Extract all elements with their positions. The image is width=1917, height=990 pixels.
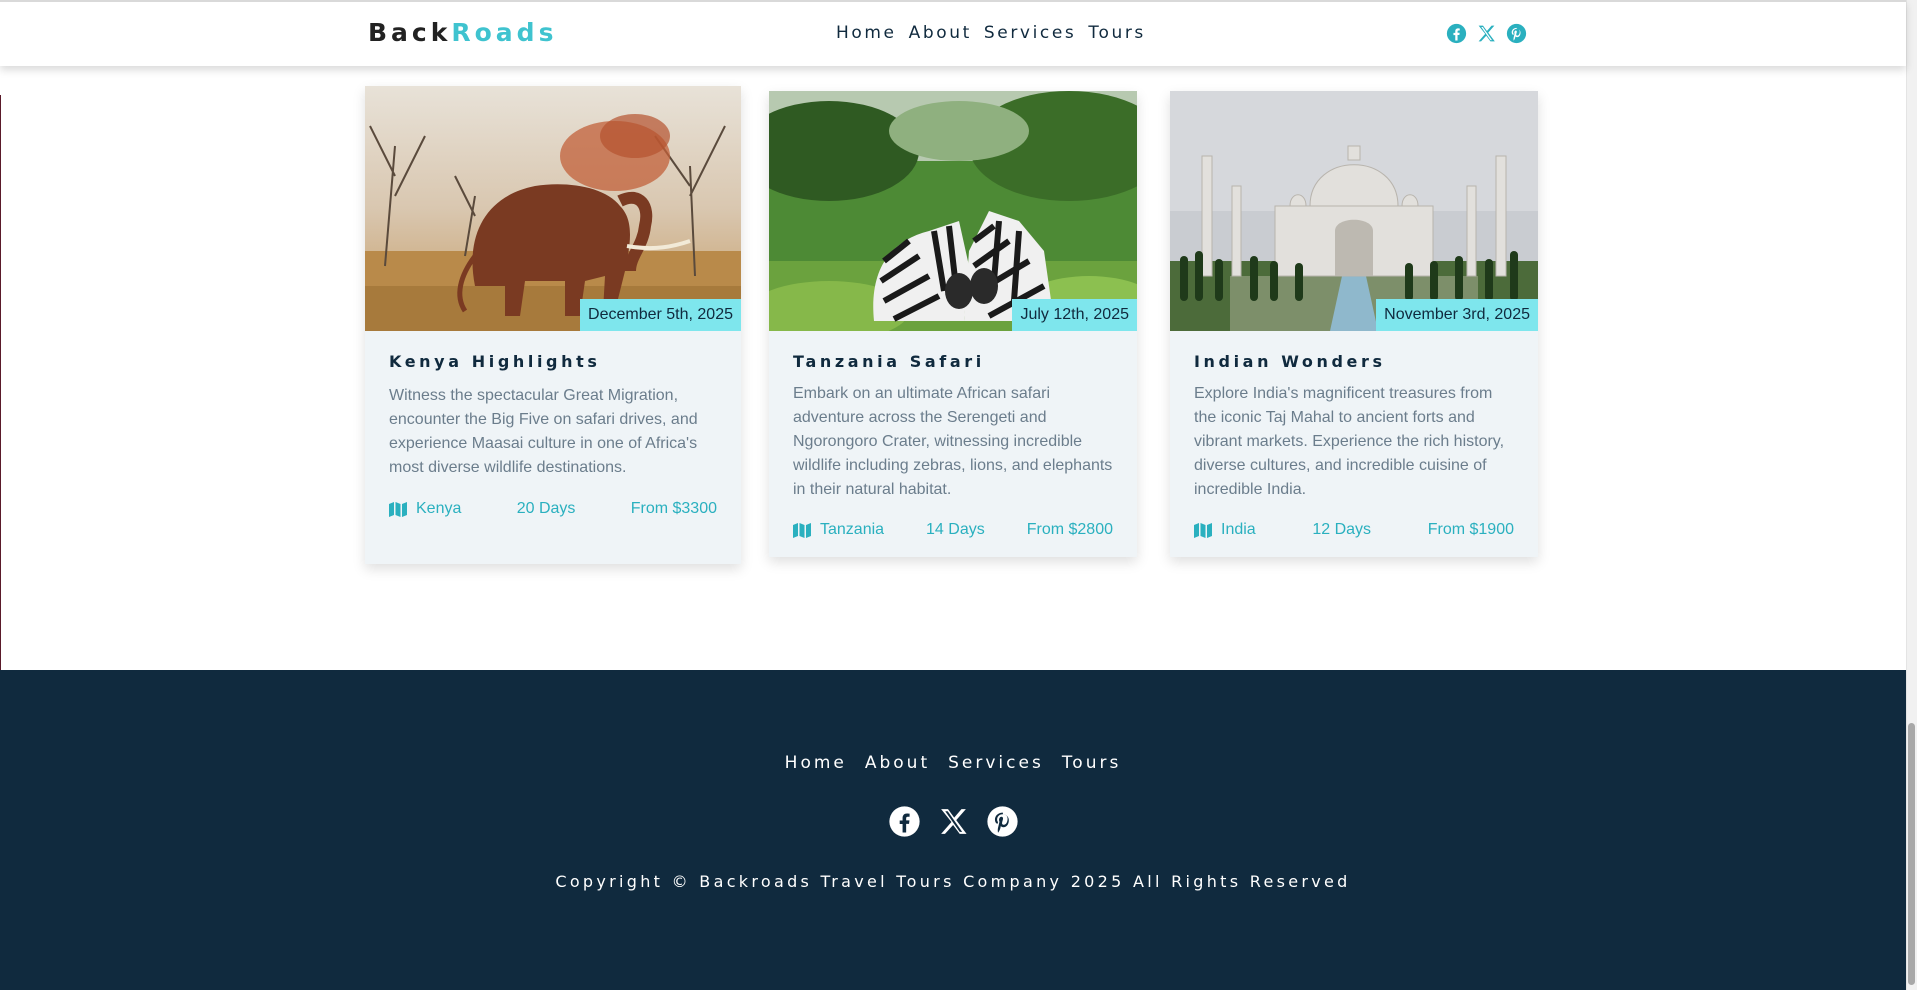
tour-location: Kenya [389,500,461,518]
tour-location-label: India [1221,521,1256,538]
nav-link-about[interactable]: About [909,23,972,43]
pinterest-icon[interactable] [986,805,1019,838]
copyright-text: Copyright © Backroads Travel Tours Compa… [555,872,1351,891]
nav-social-icons [1446,23,1527,44]
scrollbar-thumb[interactable] [1908,723,1915,985]
tour-location-label: Kenya [416,500,462,517]
tour-duration: 14 Days [926,521,985,538]
footer-link-tours[interactable]: Tours [1062,753,1122,773]
x-icon[interactable] [1476,23,1497,44]
tour-title: Kenya Highlights [389,352,601,371]
tour-location: Tanzania [793,521,884,539]
brand-part-back: Back [368,18,452,47]
tour-location-label: Tanzania [820,521,885,538]
tour-info-row: Kenya 20 Days From $3300 [389,500,717,518]
brand-part-roads: Roads [451,18,558,47]
tour-image-elephant [365,86,741,331]
nav-link-services[interactable]: Services [984,23,1077,43]
tour-description: Embark on an ultimate African safari adv… [793,385,1113,498]
nav-links: Home About Services Tours [836,23,1146,43]
map-icon [793,522,811,538]
tour-image-taj-mahal [1170,91,1538,331]
tour-title: Tanzania Safari [793,352,985,371]
tour-price: From $3300 [630,500,717,517]
footer-link-home[interactable]: Home [785,753,847,773]
footer-link-about[interactable]: About [865,753,930,773]
tour-info-row: India 12 Days From $1900 [1194,521,1514,539]
page-scrollbar[interactable] [1906,0,1917,990]
tour-date-badge: December 5th, 2025 [580,299,741,331]
tour-duration: 20 Days [516,500,576,517]
footer-social-icons [0,805,1906,838]
tour-location: India [1194,521,1256,539]
top-navbar: BackRoads Home About Services Tours [0,0,1906,66]
tour-price: From $1900 [1427,521,1514,538]
tour-date-badge: November 3rd, 2025 [1376,299,1538,331]
tour-description: Witness the spectacular Great Migration,… [389,387,698,476]
tour-info-row: Tanzania 14 Days From $2800 [793,521,1113,539]
facebook-icon[interactable] [1446,23,1467,44]
brand-logo[interactable]: BackRoads [368,18,557,47]
nav-link-home[interactable]: Home [836,23,897,43]
tour-image-zebras [769,91,1137,331]
map-icon [1194,522,1212,538]
page-left-edge [0,95,1,670]
tour-price: From $2800 [1026,521,1113,538]
tour-description: Explore India's magnificent treasures fr… [1194,385,1505,498]
tour-card-india[interactable]: November 3rd, 2025 Indian Wonders Explor… [1170,91,1538,557]
nav-link-tours[interactable]: Tours [1088,23,1146,43]
footer-links: Home About Services Tours [0,753,1906,773]
tour-title: Indian Wonders [1194,352,1386,371]
tour-card-kenya[interactable]: December 5th, 2025 Kenya Highlights Witn… [365,86,741,564]
x-icon[interactable] [937,805,970,838]
tour-duration: 12 Days [1312,521,1372,538]
facebook-icon[interactable] [888,805,921,838]
footer-link-services[interactable]: Services [948,753,1044,773]
tour-card-tanzania[interactable]: July 12th, 2025 Tanzania Safari Embark o… [769,91,1137,557]
site-footer: Home About Services Tours Copyright © Ba… [0,670,1906,990]
tour-date-badge: July 12th, 2025 [1012,299,1137,331]
pinterest-icon[interactable] [1506,23,1527,44]
map-icon [389,501,407,517]
